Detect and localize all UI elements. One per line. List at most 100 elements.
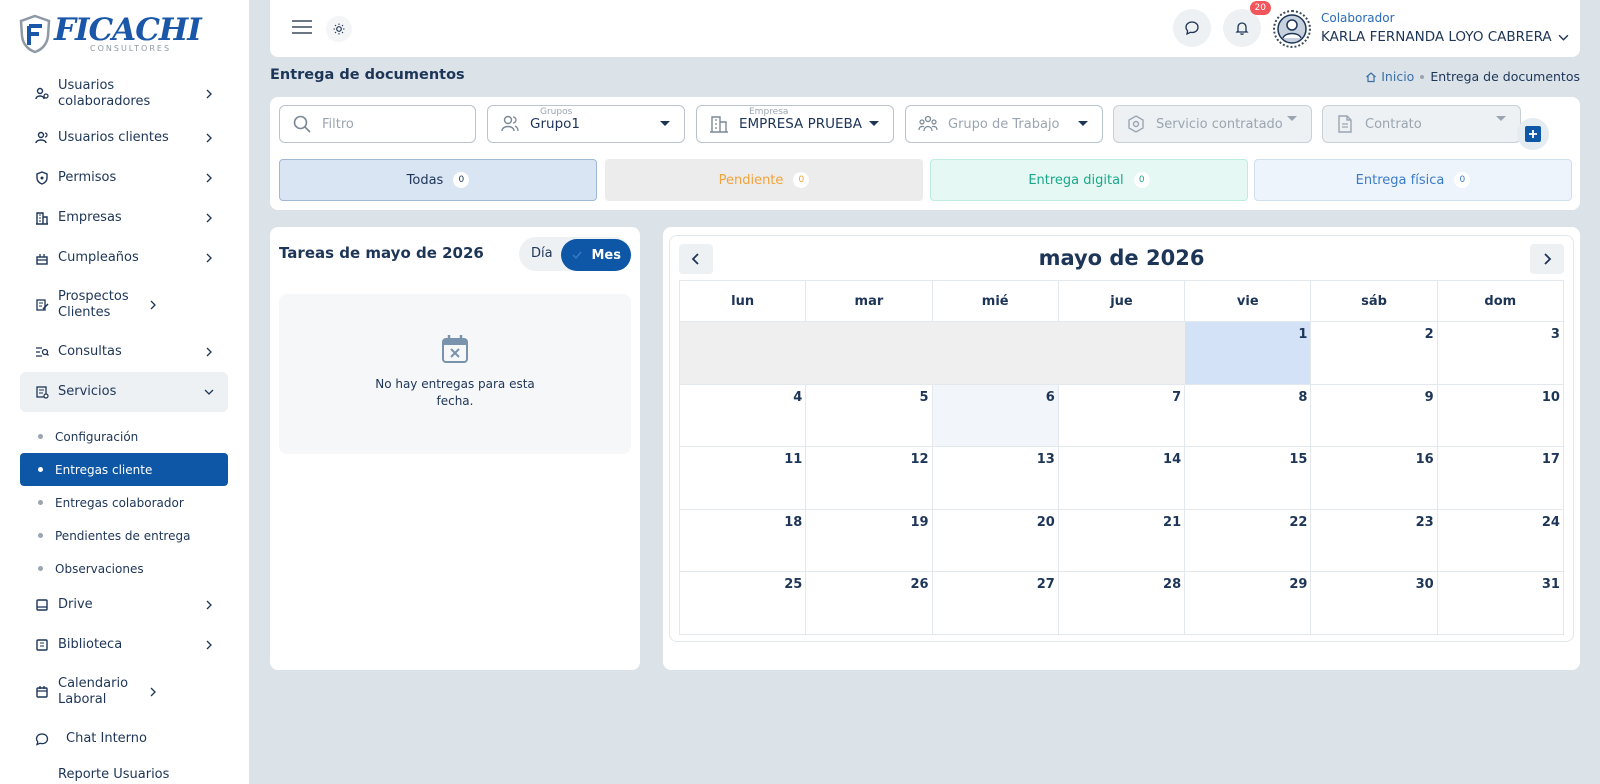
- chevron-down-icon: [1558, 34, 1569, 41]
- notifications-button[interactable]: 20: [1223, 1, 1271, 47]
- sidebar-subitem-pendientes-de-entrega[interactable]: Pendientes de entrega: [20, 519, 228, 552]
- search-list-icon: [34, 344, 50, 360]
- calendar-day-cell[interactable]: 5: [806, 384, 933, 447]
- calendar-day-cell[interactable]: 4: [680, 384, 807, 447]
- sidebar-item-usuarios-colaboradores[interactable]: Usuarios colaboradores: [20, 70, 228, 118]
- calendar-day-cell[interactable]: 29: [1185, 572, 1312, 635]
- calendar-frame: mayo de 2026 lun mar mié jue vie sáb dom 12345…: [669, 235, 1574, 642]
- chevron-right-icon: [206, 253, 212, 263]
- day-number: 29: [1289, 577, 1308, 592]
- tab-entrega-fisica[interactable]: Entrega física 0: [1254, 159, 1572, 201]
- next-month-button[interactable]: [1530, 244, 1564, 274]
- calendar-day-cell[interactable]: 7: [1058, 384, 1186, 447]
- user-menu[interactable]: KARLA FERNANDA LOYO CABRERA: [1321, 29, 1569, 45]
- calendar-day-cell[interactable]: 11: [680, 447, 807, 510]
- contrato-select[interactable]: Contrato: [1322, 105, 1521, 143]
- sidebar-item-servicios[interactable]: Servicios: [20, 372, 228, 412]
- day-number: 16: [1415, 452, 1434, 467]
- tab-pendiente[interactable]: Pendiente 0: [605, 159, 923, 201]
- calendar-day-cell[interactable]: 26: [806, 572, 933, 635]
- grupo-trabajo-select[interactable]: Grupo de Trabajo: [905, 105, 1103, 143]
- calendar-cancel-icon: [442, 335, 468, 363]
- day-number: 1: [1298, 327, 1308, 342]
- sidebar-subitem-entregas-colaborador[interactable]: Entregas colaborador: [20, 486, 228, 519]
- calendar-day-cell[interactable]: 21: [1058, 509, 1186, 572]
- calendar-day-cell[interactable]: 24: [1437, 509, 1564, 572]
- tab-count: 0: [793, 172, 810, 188]
- servicio-contratado-select[interactable]: Servicio contratado: [1113, 105, 1312, 143]
- calendar-day-cell[interactable]: 14: [1058, 447, 1186, 510]
- sidebar-subitem-entregas-cliente[interactable]: Entregas cliente: [20, 453, 228, 486]
- sidebar-item-label: Permisos: [58, 170, 117, 185]
- calendar-day-cell[interactable]: 12: [806, 447, 933, 510]
- sidebar-subitem-configuracion[interactable]: Configuración: [20, 420, 228, 453]
- day-number: 28: [1163, 577, 1182, 592]
- calendar-day-cell[interactable]: 6: [932, 384, 1059, 447]
- user-avatar-icon: [1277, 14, 1307, 44]
- calendar-day-cell[interactable]: 15: [1185, 447, 1312, 510]
- add-delivery-button[interactable]: [1517, 118, 1549, 150]
- calendar-day-cell[interactable]: 20: [932, 509, 1059, 572]
- empresa-select[interactable]: Empresa EMPRESA PRUEBA: [696, 105, 894, 143]
- grupos-select[interactable]: Grupos Grupo1: [487, 105, 685, 143]
- calendar-day-cell[interactable]: 23: [1311, 509, 1438, 572]
- calendar-day-cell[interactable]: 30: [1311, 572, 1438, 635]
- calendar-day-cell[interactable]: 27: [932, 572, 1059, 635]
- chat-button[interactable]: [1173, 9, 1211, 47]
- day-number: 31: [1541, 577, 1560, 592]
- document-edit-icon: [34, 297, 50, 313]
- breadcrumb-home[interactable]: Inicio: [1365, 69, 1414, 84]
- sidebar-item-chat-interno[interactable]: Chat Interno: [20, 719, 228, 759]
- sidebar-item-cumpleanos[interactable]: Cumpleaños: [20, 238, 228, 278]
- calendar-day-cell[interactable]: 13: [932, 447, 1059, 510]
- calendar-day-cell[interactable]: 10: [1437, 384, 1564, 447]
- ficachi-logo[interactable]: FICACHI CONSULTORES: [18, 14, 202, 58]
- tab-label: Entrega digital: [1028, 172, 1124, 188]
- sidebar-nav: Usuarios colaboradores Usuarios clientes…: [20, 70, 228, 784]
- calendar-day-cell[interactable]: 9: [1311, 384, 1438, 447]
- view-toggle: Día Mes: [519, 237, 631, 271]
- theme-toggle-button[interactable]: [326, 16, 352, 42]
- sidebar-item-calendario-laboral[interactable]: Calendario Laboral: [20, 665, 228, 719]
- sidebar-item-usuarios-clientes[interactable]: Usuarios clientes: [20, 118, 228, 158]
- calendar-day-cell[interactable]: 31: [1437, 572, 1564, 635]
- breadcrumb: Inicio Entrega de documentos: [1365, 69, 1580, 84]
- calendar-day-cell[interactable]: 8: [1185, 384, 1312, 447]
- calendar-day-cell[interactable]: 17: [1437, 447, 1564, 510]
- sidebar-subitem-observaciones[interactable]: Observaciones: [20, 552, 228, 585]
- calendar-day-cell[interactable]: 22: [1185, 509, 1312, 572]
- toggle-day-option[interactable]: Día: [531, 246, 553, 261]
- calendar-day-cell[interactable]: 28: [1058, 572, 1186, 635]
- calendar-day-cell[interactable]: 3: [1437, 322, 1564, 385]
- sidebar-item-drive[interactable]: Drive: [20, 585, 228, 625]
- day-number: 22: [1289, 514, 1308, 530]
- sidebar-item-consultas[interactable]: Consultas: [20, 332, 228, 372]
- users-gear-icon: [34, 86, 50, 102]
- day-number: 17: [1541, 452, 1560, 467]
- day-number: 25: [784, 577, 803, 592]
- tab-todas[interactable]: Todas 0: [279, 159, 597, 201]
- day-number: 11: [784, 452, 803, 467]
- calendar-day-cell[interactable]: 19: [806, 509, 933, 572]
- calendar-day-cell[interactable]: 25: [680, 572, 807, 635]
- avatar[interactable]: [1273, 10, 1311, 48]
- sidebar-item-empresas[interactable]: Empresas: [20, 198, 228, 238]
- breadcrumb-current: Entrega de documentos: [1430, 69, 1580, 84]
- hamburger-menu-icon[interactable]: [292, 19, 312, 35]
- sidebar-item-biblioteca[interactable]: Biblioteca: [20, 625, 228, 665]
- calendar-day-cell[interactable]: 16: [1311, 447, 1438, 510]
- chevron-right-icon: [206, 640, 212, 650]
- sidebar-item-reporte-usuarios[interactable]: Reporte Usuarios: [20, 759, 228, 784]
- sidebar-item-label: Chat Interno: [66, 731, 147, 746]
- day-number: 21: [1163, 514, 1182, 530]
- calendar-day-cell[interactable]: 2: [1311, 322, 1438, 385]
- sidebar-item-label: Cumpleaños: [58, 250, 139, 265]
- sidebar-item-permisos[interactable]: Permisos: [20, 158, 228, 198]
- calendar-day-cell[interactable]: 18: [680, 509, 807, 572]
- tab-entrega-digital[interactable]: Entrega digital 0: [930, 159, 1248, 201]
- sidebar-item-prospectos-clientes[interactable]: Prospectos Clientes: [20, 278, 228, 332]
- search-input[interactable]: Filtro: [279, 105, 476, 143]
- calendar-day-cell[interactable]: 1: [1185, 322, 1312, 385]
- toggle-month-option[interactable]: Mes: [561, 239, 631, 271]
- chevron-right-icon: [206, 600, 212, 610]
